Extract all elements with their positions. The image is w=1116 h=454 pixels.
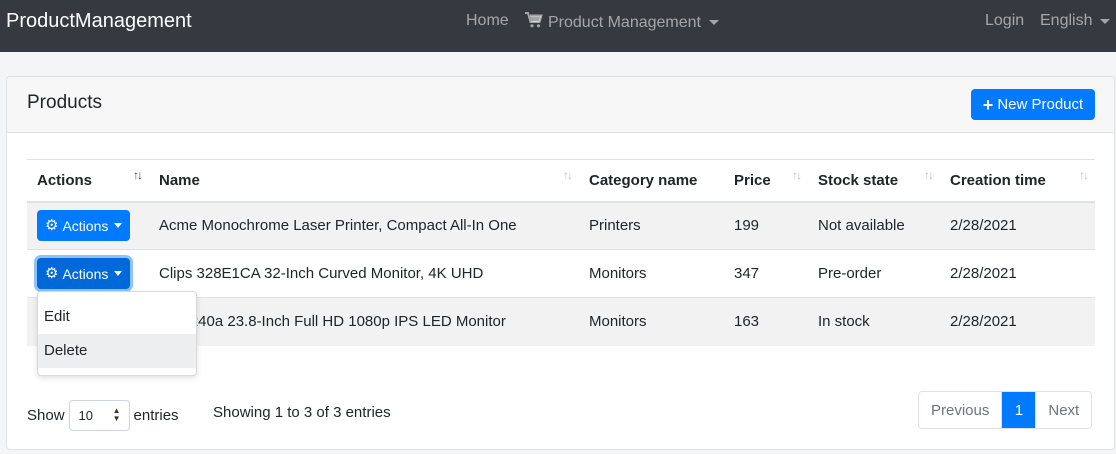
top-navbar: ProductManagement Home Product Managemen… (0, 0, 1116, 52)
stock-cell: Pre-order (808, 249, 940, 298)
price-cell: 199 (724, 201, 808, 250)
card-header: Products + New Product (7, 77, 1114, 133)
column-header-stock-state[interactable]: Stock state ↑↓ (808, 159, 940, 203)
page-1-button[interactable]: 1 (1001, 392, 1036, 428)
gear-icon: ⚙ (45, 265, 59, 282)
nav-language-label: English (1040, 12, 1093, 29)
page-title: Products (27, 92, 102, 113)
sort-icon: ↑↓ (563, 168, 573, 182)
gear-icon: ⚙ (45, 217, 59, 235)
table-row: ⚙ Actions Acme Monochrome Laser Printer,… (27, 201, 1095, 250)
sort-icon: ↑↓ (924, 168, 934, 182)
price-cell: 347 (724, 249, 808, 298)
cart-icon (525, 12, 543, 33)
column-header-actions[interactable]: Actions ↑↓ (27, 159, 149, 203)
chevron-down-icon (708, 20, 719, 25)
entries-label: entries (133, 407, 179, 424)
sort-icon: ↑↓ (792, 168, 802, 182)
column-header-price[interactable]: Price ↑↓ (724, 159, 808, 203)
created-cell: 2/28/2021 (940, 297, 1095, 346)
nav-login-link[interactable]: Login (985, 12, 1024, 30)
actions-cell: ⚙ Actions (27, 201, 149, 250)
table-info: Showing 1 to 3 of 3 entries (213, 404, 391, 421)
column-header-creation-time[interactable]: Creation time ↑↓ (940, 159, 1095, 203)
name-cell: Acme Monochrome Laser Printer, Compact A… (149, 201, 579, 250)
stock-cell: In stock (808, 297, 940, 346)
nav-product-management-label: Product Management (548, 13, 701, 31)
created-cell: 2/28/2021 (940, 201, 1095, 250)
page-length-control: Show 10 ▲ ▼ entries (27, 400, 179, 431)
table-header-row: Actions ↑↓ Name ↑↓ Category name Price ↑↓ S… (27, 159, 1095, 203)
nav-language-dropdown[interactable]: English (1040, 12, 1111, 30)
new-product-label: New Product (997, 96, 1084, 113)
price-cell: 163 (724, 297, 808, 346)
category-cell: Monitors (579, 297, 724, 346)
chevron-down-icon (114, 271, 123, 276)
created-cell: 2/28/2021 (940, 249, 1095, 298)
menu-item-edit[interactable]: Edit (38, 300, 196, 334)
category-cell: Printers (579, 201, 724, 250)
stock-cell: Not available (808, 201, 940, 250)
next-page-button[interactable]: Next (1035, 392, 1092, 428)
row-actions-menu: Edit Delete (37, 291, 197, 376)
show-label: Show (27, 407, 65, 424)
row-actions-button[interactable]: ⚙ Actions (37, 210, 131, 242)
plus-icon: + (982, 94, 994, 115)
chevron-down-icon (114, 223, 123, 229)
row-actions-button[interactable]: ⚙ Actions (37, 258, 131, 289)
category-cell: Monitors (579, 249, 724, 298)
name-cell: Clips 328E1CA 32-Inch Curved Monitor, 4K… (149, 249, 579, 298)
brand-link[interactable]: ProductManagement (6, 10, 192, 33)
name-cell: H240a 23.8-Inch Full HD 1080p IPS LED Mo… (149, 297, 579, 346)
page-size-select[interactable]: 10 ▲ ▼ (68, 400, 130, 431)
column-header-category[interactable]: Category name (579, 159, 724, 203)
nav-home-link[interactable]: Home (466, 12, 509, 30)
previous-page-button[interactable]: Previous (919, 392, 1002, 428)
select-arrows-icon: ▲ ▼ (112, 406, 121, 423)
pagination: Previous 1 Next (918, 391, 1093, 429)
new-product-button[interactable]: + New Product (971, 89, 1095, 120)
menu-item-delete[interactable]: Delete (38, 334, 196, 368)
sort-icon: ↑↓ (1079, 168, 1089, 182)
column-header-name[interactable]: Name ↑↓ (149, 159, 579, 203)
chevron-down-icon (1100, 18, 1111, 24)
nav-product-management-dropdown[interactable]: Product Management (525, 12, 719, 33)
sort-icon: ↑↓ (133, 168, 143, 182)
